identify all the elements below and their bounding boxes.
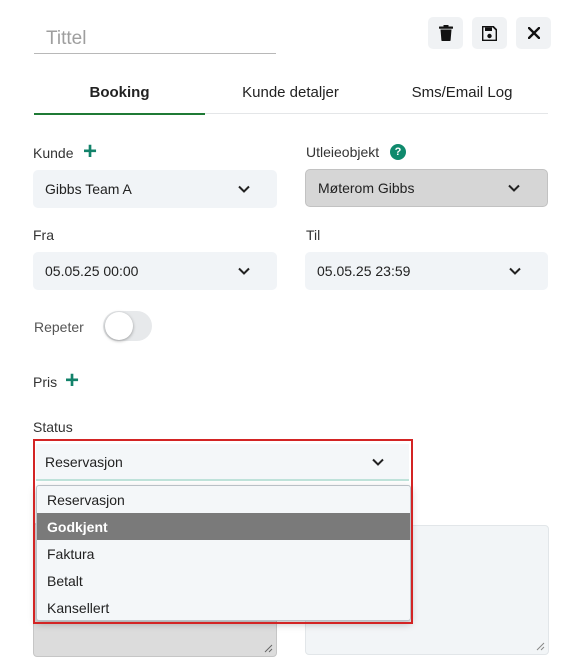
pris-label: Pris: [33, 374, 58, 390]
status-option-kansellert[interactable]: Kansellert: [37, 594, 410, 620]
kunde-value: Gibbs Team A: [45, 181, 132, 197]
status-option-betalt[interactable]: Betalt: [37, 567, 410, 594]
fra-value: 05.05.25 00:00: [45, 263, 139, 279]
delete-button[interactable]: [428, 17, 463, 49]
til-select[interactable]: 05.05.25 23:59: [305, 252, 548, 290]
repeter-label: Repeter: [34, 319, 84, 335]
til-value: 05.05.25 23:59: [317, 263, 411, 279]
fra-label: Fra: [33, 227, 54, 243]
status-select[interactable]: Reservasjon: [36, 444, 409, 481]
resize-handle-icon[interactable]: [536, 642, 545, 651]
chevron-down-icon: [508, 184, 520, 192]
chevron-down-icon: [238, 267, 250, 275]
utleieobjekt-value: Møterom Gibbs: [318, 180, 415, 196]
tab-kunde-detaljer[interactable]: Kunde detaljer: [205, 70, 376, 114]
toggle-knob: [105, 312, 133, 340]
kunde-label: Kunde: [33, 145, 74, 161]
resize-handle-icon[interactable]: [264, 644, 273, 653]
close-button[interactable]: [516, 17, 551, 49]
title-input[interactable]: [34, 14, 276, 53]
fra-select[interactable]: 05.05.25 00:00: [33, 252, 277, 290]
title-field[interactable]: [34, 14, 276, 54]
chevron-down-icon: [238, 185, 250, 193]
repeter-toggle[interactable]: [103, 311, 152, 341]
utleieobjekt-label: Utleieobjekt: [306, 144, 380, 160]
tab-booking[interactable]: Booking: [34, 70, 205, 115]
status-value: Reservasjon: [45, 453, 123, 470]
trash-icon: [438, 25, 453, 41]
til-label: Til: [306, 227, 321, 243]
status-label: Status: [33, 419, 73, 435]
save-button[interactable]: [472, 17, 507, 49]
utleieobjekt-select[interactable]: Møterom Gibbs: [305, 169, 548, 207]
status-option-reservasjon[interactable]: Reservasjon: [37, 486, 410, 513]
close-icon: [527, 27, 540, 39]
status-option-faktura[interactable]: Faktura: [37, 540, 410, 567]
status-option-godkjent[interactable]: Godkjent: [37, 513, 410, 540]
add-pris-button[interactable]: +: [65, 369, 79, 393]
chevron-down-icon: [372, 458, 384, 466]
add-kunde-button[interactable]: +: [83, 140, 97, 164]
kunde-select[interactable]: Gibbs Team A: [33, 170, 277, 208]
status-dropdown: Reservasjon Godkjent Faktura Betalt Kans…: [36, 485, 411, 621]
tab-sms-email-log[interactable]: Sms/Email Log: [376, 70, 548, 114]
tab-bar: Booking Kunde detaljer Sms/Email Log: [34, 70, 548, 115]
save-icon: [482, 25, 497, 41]
chevron-down-icon: [509, 267, 521, 275]
help-icon[interactable]: ?: [390, 144, 406, 160]
